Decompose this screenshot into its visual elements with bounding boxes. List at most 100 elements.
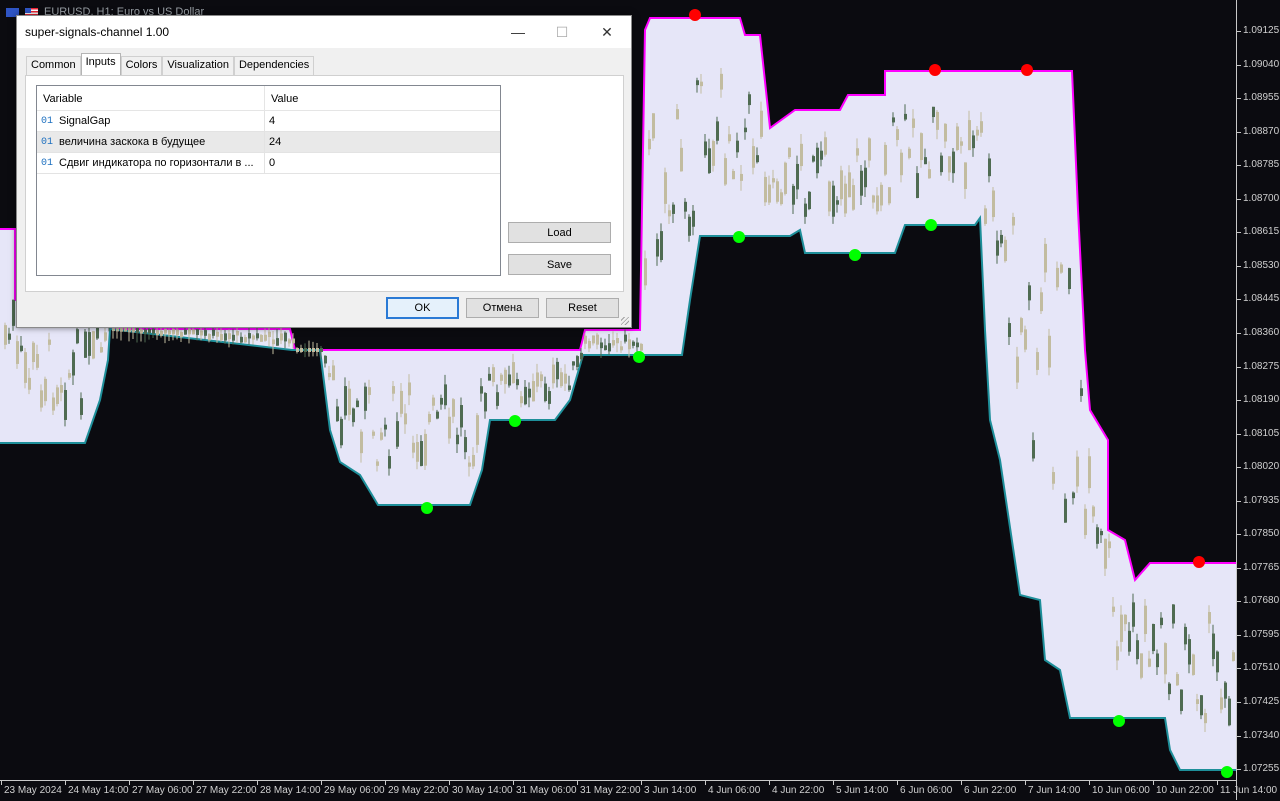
candle-body <box>332 365 335 381</box>
candle-body <box>248 333 251 339</box>
candle-body <box>728 134 731 142</box>
buy-signal-dot <box>633 351 645 363</box>
price-tick-label: 1.08785 <box>1236 159 1280 171</box>
indicator-properties-dialog: super-signals-channel 1.00 — ☐ ✕ Common … <box>16 15 632 328</box>
price-tick-label: 1.07595 <box>1236 628 1280 640</box>
candle-body <box>872 195 875 203</box>
candle-body <box>688 216 691 236</box>
candle-body <box>252 335 255 340</box>
tab-visualization[interactable]: Visualization <box>162 56 234 75</box>
candle-body <box>1184 626 1187 645</box>
candle-body <box>736 140 739 153</box>
candle-body <box>52 397 55 411</box>
candle-body <box>880 184 883 206</box>
candle-body <box>712 141 715 166</box>
price-tick-label: 1.07935 <box>1236 494 1280 506</box>
candle-body <box>528 388 531 398</box>
candle-body <box>488 373 491 381</box>
candle-body <box>24 352 27 383</box>
candle-body <box>392 386 395 394</box>
candle-body <box>828 181 831 212</box>
resize-grip-icon[interactable] <box>621 317 629 325</box>
candle-body <box>316 348 319 352</box>
candle-body <box>56 387 59 405</box>
candle-body <box>1120 614 1123 642</box>
candle-body <box>224 333 227 341</box>
close-icon[interactable]: ✕ <box>584 16 630 48</box>
candle-body <box>220 334 223 341</box>
candle-body <box>592 335 595 344</box>
variable-cell: 01 Сдвиг индикатора по горизонтали в ... <box>37 153 265 173</box>
table-row[interactable]: 01 SignalGap 4 <box>37 111 500 132</box>
candle-body <box>1008 323 1011 337</box>
column-header-value[interactable]: Value <box>265 86 500 110</box>
candle-body <box>600 342 603 349</box>
candle-body <box>1116 646 1119 661</box>
candle-body <box>576 356 579 368</box>
dialog-titlebar[interactable]: super-signals-channel 1.00 — ☐ ✕ <box>17 16 631 48</box>
candle-body <box>656 239 659 257</box>
candle-body <box>1228 698 1231 726</box>
candle-body <box>696 80 699 86</box>
candle-body <box>1060 264 1063 273</box>
sell-signal-dot <box>1021 64 1033 76</box>
candle-body <box>552 364 555 384</box>
time-tick-label: 31 May 06:00 <box>513 781 577 796</box>
candle-body <box>768 184 771 203</box>
column-header-variable[interactable]: Variable <box>37 86 265 110</box>
candle-body <box>476 415 479 445</box>
candle-body <box>1096 527 1099 544</box>
value-cell[interactable]: 4 <box>265 115 500 127</box>
candle-body <box>188 328 191 335</box>
candle-body <box>1144 605 1147 635</box>
candle-body <box>808 191 811 210</box>
candle-body <box>936 111 939 130</box>
candle-body <box>1172 604 1175 624</box>
maximize-icon: ☐ <box>555 23 569 40</box>
tab-inputs[interactable]: Inputs <box>80 53 121 75</box>
candle-body <box>212 329 215 336</box>
reset-button[interactable]: Reset <box>546 298 619 318</box>
candle-body <box>1136 640 1139 660</box>
buy-signal-dot <box>849 249 861 261</box>
candle-body <box>900 152 903 176</box>
candle-body <box>776 181 779 202</box>
integer-type-icon: 01 <box>41 115 54 127</box>
candle-body <box>512 362 515 384</box>
price-tick-label: 1.07340 <box>1236 729 1280 741</box>
candle-body <box>956 126 959 150</box>
ok-button[interactable]: OK <box>386 297 459 319</box>
candle-body <box>336 406 339 422</box>
time-tick-label: 31 May 22:00 <box>577 781 641 796</box>
candle-body <box>664 172 667 204</box>
tab-colors[interactable]: Colors <box>120 56 163 75</box>
time-axis[interactable]: 23 May 2024 24 May 14:00 27 May 06:00 27 Ma… <box>0 780 1277 801</box>
candle-body <box>92 331 95 359</box>
price-axis[interactable]: 1.09125 1.09040 1.08955 1.08870 1.08785 1.087… <box>1236 0 1280 800</box>
candle-body <box>256 333 259 339</box>
value-cell[interactable]: 0 <box>265 157 500 169</box>
load-button[interactable]: Load <box>508 222 611 243</box>
table-row[interactable]: 01 Сдвиг индикатора по горизонтали в ...… <box>37 153 500 174</box>
candle-body <box>796 163 799 190</box>
candle-body <box>396 421 399 447</box>
candle-body <box>544 383 547 402</box>
candle-body <box>640 343 643 351</box>
table-row[interactable]: 01 величина заскока в будущее 24 <box>37 132 500 153</box>
candle-body <box>72 352 75 376</box>
tab-dependencies[interactable]: Dependencies <box>233 56 315 75</box>
candle-body <box>660 231 663 260</box>
price-tick-label: 1.09040 <box>1236 58 1280 70</box>
save-button[interactable]: Save <box>508 254 611 275</box>
minimize-icon[interactable]: — <box>495 16 541 48</box>
sell-signal-dot <box>929 64 941 76</box>
candle-body <box>1012 216 1015 226</box>
cancel-button[interactable]: Отмена <box>466 298 539 318</box>
candle-body <box>4 325 7 345</box>
candle-body <box>524 386 527 405</box>
candle-body <box>1148 658 1151 667</box>
value-cell[interactable]: 24 <box>265 136 500 148</box>
tab-common[interactable]: Common <box>26 56 81 75</box>
candle-body <box>876 195 879 212</box>
candle-body <box>672 204 675 214</box>
